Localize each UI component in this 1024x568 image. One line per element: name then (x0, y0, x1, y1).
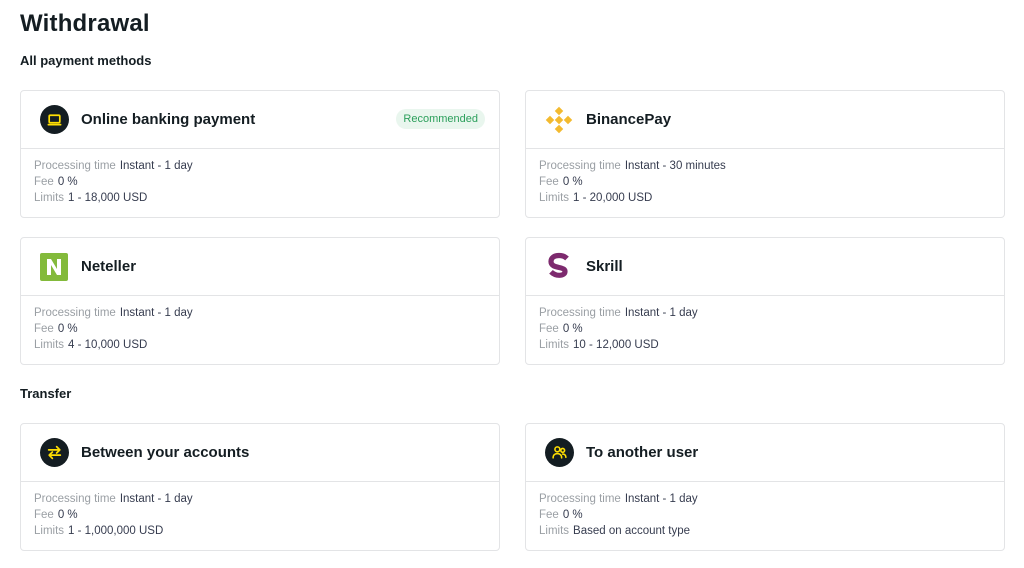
processing-time-row: Processing time Instant - 30 minutes (539, 158, 1004, 174)
limits-label: Limits (539, 525, 570, 537)
section-label-transfer: Transfer (20, 386, 72, 401)
limits-label: Limits (539, 339, 570, 351)
limits-row: Limits 1 - 1,000,000 USD (34, 523, 499, 539)
fee-label: Fee (539, 323, 559, 335)
processing-time-row: Processing time Instant - 1 day (539, 491, 1004, 507)
fee-value: 0 % (562, 176, 583, 188)
transfer-arrows-icon (39, 438, 69, 468)
fee-row: Fee 0 % (34, 174, 499, 190)
payment-card-binancepay[interactable]: BinancePay Processing time Instant - 30 m… (525, 90, 1005, 218)
section-label-payment-methods: All payment methods (20, 53, 152, 68)
fee-label: Fee (539, 176, 559, 188)
limits-value: 1 - 1,000,000 USD (68, 525, 164, 537)
card-details: Processing time Instant - 1 day Fee 0 % Li… (526, 296, 1004, 353)
card-name: Skrill (586, 258, 623, 275)
card-header: Online banking payment Recommended (21, 91, 499, 149)
card-name: Neteller (81, 258, 137, 275)
fee-row: Fee 0 % (34, 507, 499, 523)
card-details: Processing time Instant - 1 day Fee 0 % Li… (21, 149, 499, 206)
users-icon (544, 438, 574, 468)
fee-value: 0 % (562, 509, 583, 521)
processing-time-label: Processing time (34, 160, 116, 172)
limits-label: Limits (539, 192, 570, 204)
processing-time-row: Processing time Instant - 1 day (34, 491, 499, 507)
fee-row: Fee 0 % (539, 321, 1004, 337)
processing-time-label: Processing time (539, 493, 621, 505)
fee-row: Fee 0 % (539, 507, 1004, 523)
processing-time-value: Instant - 1 day (119, 493, 193, 505)
limits-value: 10 - 12,000 USD (573, 339, 659, 351)
card-header: Skrill (526, 238, 1004, 296)
limits-label: Limits (34, 192, 65, 204)
fee-value: 0 % (57, 509, 78, 521)
limits-value: 4 - 10,000 USD (68, 339, 148, 351)
binance-logo-icon (544, 105, 574, 135)
payment-card-online-banking[interactable]: Online banking payment Recommended Proce… (20, 90, 500, 218)
limits-row: Limits 10 - 12,000 USD (539, 337, 1004, 353)
card-details: Processing time Instant - 30 minutes Fee 0… (526, 149, 1004, 206)
card-name: Online banking payment (81, 111, 256, 128)
card-details: Processing time Instant - 1 day Fee 0 % Li… (21, 296, 499, 353)
fee-value: 0 % (57, 176, 78, 188)
card-name: BinancePay (586, 111, 672, 128)
processing-time-value: Instant - 1 day (119, 307, 193, 319)
limits-label: Limits (34, 339, 65, 351)
fee-label: Fee (539, 509, 559, 521)
payment-card-neteller[interactable]: Neteller Processing time Instant - 1 day … (20, 237, 500, 365)
processing-time-label: Processing time (34, 493, 116, 505)
fee-row: Fee 0 % (539, 174, 1004, 190)
card-name: To another user (586, 444, 699, 461)
card-header: Between your accounts (21, 424, 499, 482)
processing-time-row: Processing time Instant - 1 day (34, 305, 499, 321)
limits-value: 1 - 20,000 USD (573, 192, 653, 204)
recommended-badge: Recommended (396, 109, 485, 129)
page-title: Withdrawal (20, 10, 150, 37)
processing-time-value: Instant - 1 day (119, 160, 193, 172)
laptop-icon (39, 105, 69, 135)
limits-row: Limits 4 - 10,000 USD (34, 337, 499, 353)
fee-label: Fee (34, 176, 54, 188)
card-header: Neteller (21, 238, 499, 296)
card-header: BinancePay (526, 91, 1004, 149)
processing-time-value: Instant - 30 minutes (624, 160, 726, 172)
limits-row: Limits 1 - 18,000 USD (34, 190, 499, 206)
processing-time-label: Processing time (539, 307, 621, 319)
fee-row: Fee 0 % (34, 321, 499, 337)
processing-time-value: Instant - 1 day (624, 307, 698, 319)
card-details: Processing time Instant - 1 day Fee 0 % Li… (21, 482, 499, 539)
limits-row: Limits 1 - 20,000 USD (539, 190, 1004, 206)
fee-label: Fee (34, 509, 54, 521)
limits-value: Based on account type (573, 525, 691, 537)
processing-time-row: Processing time Instant - 1 day (539, 305, 1004, 321)
processing-time-label: Processing time (34, 307, 116, 319)
payment-card-skrill[interactable]: Skrill Processing time Instant - 1 day Fe… (525, 237, 1005, 365)
processing-time-row: Processing time Instant - 1 day (34, 158, 499, 174)
processing-time-value: Instant - 1 day (624, 493, 698, 505)
limits-value: 1 - 18,000 USD (68, 192, 148, 204)
fee-value: 0 % (57, 323, 78, 335)
fee-label: Fee (34, 323, 54, 335)
neteller-logo-icon (39, 252, 69, 282)
card-header: To another user (526, 424, 1004, 482)
card-name: Between your accounts (81, 444, 250, 461)
card-details: Processing time Instant - 1 day Fee 0 % Li… (526, 482, 1004, 539)
transfer-card-between-accounts[interactable]: Between your accounts Processing time Ins… (20, 423, 500, 551)
limits-label: Limits (34, 525, 65, 537)
transfer-card-another-user[interactable]: To another user Processing time Instant -… (525, 423, 1005, 551)
fee-value: 0 % (562, 323, 583, 335)
processing-time-label: Processing time (539, 160, 621, 172)
skrill-logo-icon (544, 252, 574, 282)
limits-row: Limits Based on account type (539, 523, 1004, 539)
